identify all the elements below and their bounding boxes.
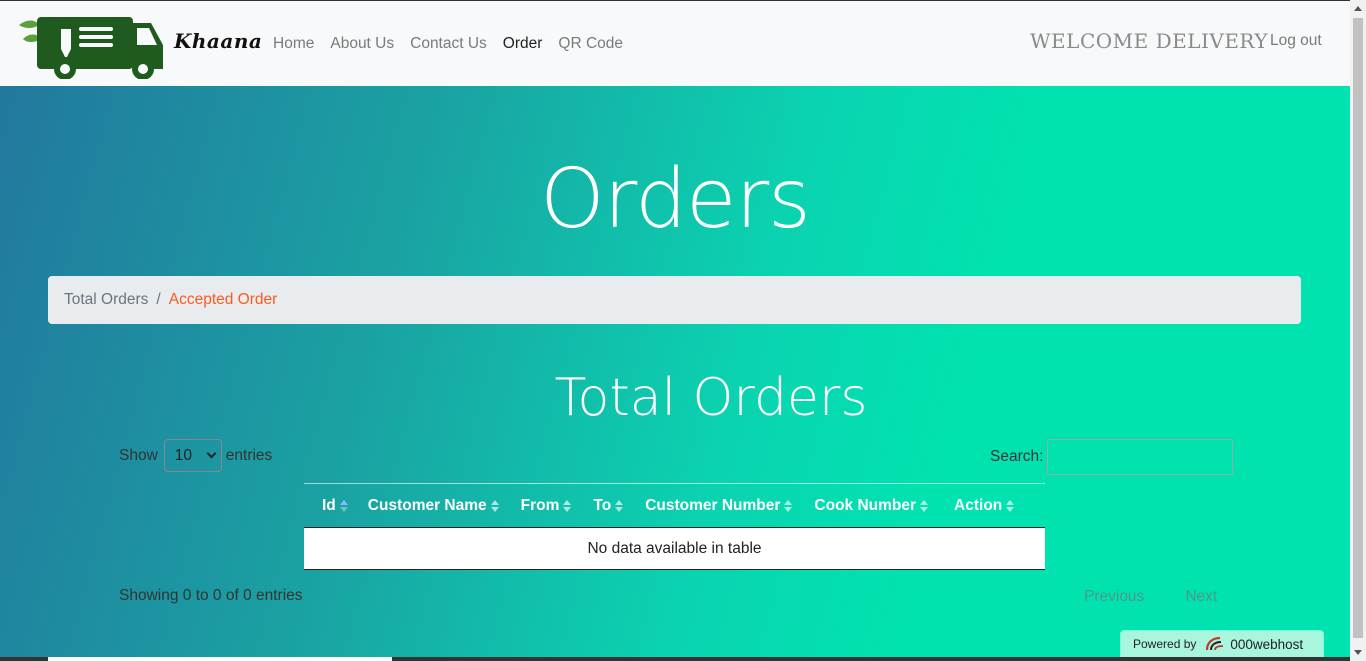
sort-icon <box>563 499 572 512</box>
chevron-down-icon <box>206 448 217 459</box>
bottom-strip-segment <box>48 657 392 661</box>
orders-table: Id Customer Name From To Customer Number… <box>304 483 1045 570</box>
scroll-down-arrow-icon[interactable] <box>1354 650 1362 655</box>
column-header-action[interactable]: Action <box>954 496 1015 515</box>
column-header-customer-number[interactable]: Customer Number <box>645 496 793 515</box>
show-entries-control: Show 10 entries <box>119 439 272 472</box>
sort-icon <box>615 499 624 512</box>
breadcrumb-separator: / <box>156 291 161 308</box>
page-title: Orders <box>540 152 811 247</box>
pagination: Previous Next <box>1084 588 1217 606</box>
entries-select-value: 10 <box>174 446 193 464</box>
search-input[interactable] <box>1047 439 1234 475</box>
powered-by-label: Powered by <box>1133 637 1197 651</box>
nav-link-about-us[interactable]: About Us <box>330 35 394 53</box>
sort-icon <box>784 499 793 512</box>
top-navbar: Khaana Home About Us Contact Us Order QR… <box>0 0 1350 86</box>
welcome-message: WELCOME DELIVERY <box>1030 29 1269 53</box>
column-header-id[interactable]: Id <box>322 497 348 515</box>
sort-icon <box>490 499 499 512</box>
breadcrumb-accepted-order[interactable]: Accepted Order <box>169 291 278 309</box>
food-truck-icon[interactable] <box>17 15 165 79</box>
next-page-button[interactable]: Next <box>1185 588 1217 606</box>
column-header-label: Action <box>954 496 1003 514</box>
column-header-to[interactable]: To <box>593 496 624 515</box>
scroll-up-arrow-icon[interactable] <box>1354 6 1362 11</box>
vertical-scrollbar[interactable] <box>1350 0 1366 661</box>
column-header-label: To <box>593 496 612 514</box>
sort-icon <box>920 499 929 512</box>
column-header-label: Id <box>322 496 336 514</box>
table-empty-row: No data available in table <box>304 528 1045 570</box>
scrollbar-thumb[interactable] <box>1353 18 1363 638</box>
column-header-label: Customer Number <box>645 496 781 514</box>
show-label: Show <box>119 446 158 464</box>
table-info: Showing 0 to 0 of 0 entries <box>119 587 303 604</box>
orders-hero: Orders Total Orders / Accepted Order Tot… <box>0 86 1350 661</box>
column-header-label: Customer Name <box>367 496 487 514</box>
entries-label: entries <box>225 446 273 464</box>
column-header-cook-number[interactable]: Cook Number <box>814 496 929 515</box>
column-header-from[interactable]: From <box>521 497 572 515</box>
previous-page-button[interactable]: Previous <box>1084 588 1144 606</box>
sort-icon <box>1006 499 1015 512</box>
bottom-strip <box>0 657 1350 661</box>
nav-link-home[interactable]: Home <box>273 35 314 53</box>
sort-ascending-icon <box>339 499 348 512</box>
nav-link-order[interactable]: Order <box>503 35 543 53</box>
column-header-label: Cook Number <box>814 496 917 514</box>
nav-link-contact-us[interactable]: Contact Us <box>410 35 487 53</box>
column-header-label: From <box>520 496 560 514</box>
brand-name[interactable]: Khaana <box>174 29 262 53</box>
nav-link-qr-code[interactable]: QR Code <box>558 35 623 53</box>
powered-by-badge[interactable]: Powered by 000webhost <box>1120 630 1324 658</box>
breadcrumb: Total Orders / Accepted Order <box>48 276 1301 324</box>
breadcrumb-total-orders: Total Orders <box>64 291 149 308</box>
table-header-row: Id Customer Name From To Customer Number… <box>304 483 1045 528</box>
search-label: Search: <box>990 448 1044 465</box>
column-header-customer-name[interactable]: Customer Name <box>368 497 499 515</box>
entries-select[interactable]: 10 <box>163 439 222 472</box>
000webhost-logo-icon <box>1206 636 1224 651</box>
nav-links: Home About Us Contact Us Order QR Code <box>273 35 639 53</box>
table-search: Search: <box>990 439 1234 475</box>
empty-table-message: No data available in table <box>587 539 762 557</box>
logout-link[interactable]: Log out <box>1270 32 1322 50</box>
section-title: Total Orders <box>554 368 868 428</box>
powered-by-host: 000webhost <box>1230 636 1304 652</box>
